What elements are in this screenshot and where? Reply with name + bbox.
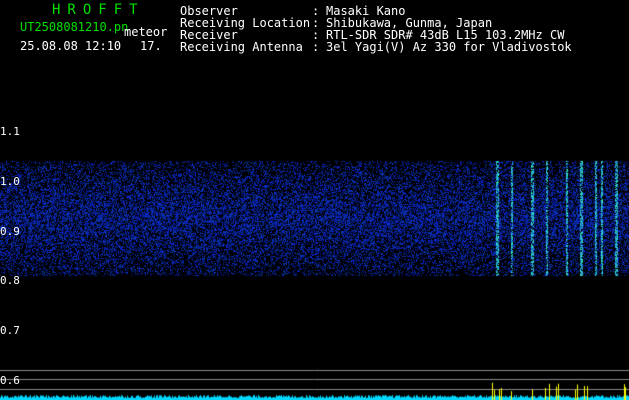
count: 17.	[140, 39, 162, 53]
spectrogram-canvas	[0, 76, 629, 400]
type-label: meteor	[124, 25, 168, 39]
y-tick: 0.9	[0, 225, 20, 238]
antenna-label: Receiving Antenna	[180, 40, 303, 54]
y-tick: 0.8	[0, 274, 20, 287]
app-title: HROFFT	[52, 2, 145, 18]
y-tick: 0.6	[0, 374, 20, 387]
y-tick: 1.1	[0, 125, 20, 138]
date-time: 25.08.08 12:10	[20, 39, 122, 53]
antenna-value: 3el Yagi(V) Az 330 for Vladivostok	[326, 40, 572, 54]
y-tick: 0.7	[0, 324, 20, 337]
filename: UT2508081210.pn	[20, 20, 129, 34]
y-tick: 1.0	[0, 175, 20, 188]
antenna-colon: :	[312, 40, 320, 54]
